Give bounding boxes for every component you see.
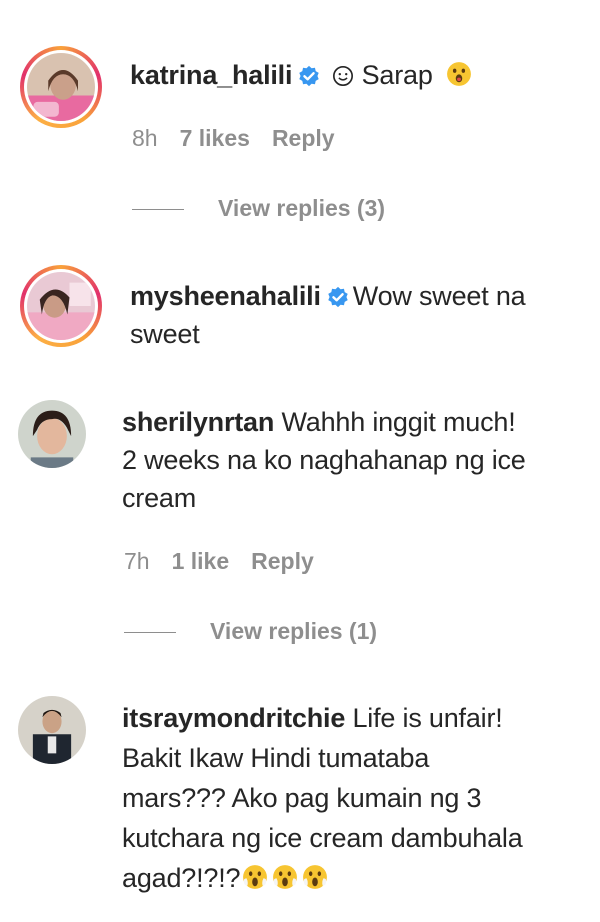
- avatar[interactable]: [20, 265, 102, 347]
- comment-text-line4: kutchara ng ice cream dambuhala: [122, 823, 523, 853]
- comment-time: 8h: [132, 125, 158, 151]
- avatar[interactable]: [20, 46, 102, 128]
- face-screaming-icon: [273, 865, 298, 889]
- comment-text-line2: 2 weeks na ko naghahanap ng ice: [122, 445, 526, 475]
- profile-photo: [27, 272, 95, 340]
- comment-mysheena: mysheenahalili Wow sweet na sweet: [0, 240, 600, 380]
- comment-body: itsraymondritchie Life is unfair! Bakit …: [122, 698, 523, 898]
- view-replies-label: View replies (1): [210, 618, 378, 644]
- comment-text: Life is unfair!: [352, 703, 503, 733]
- verified-badge-icon: [328, 286, 348, 308]
- view-replies-button[interactable]: View replies (1): [124, 616, 377, 646]
- comment-text-line2: sweet: [130, 319, 200, 349]
- comment-text: Wow sweet na: [352, 281, 526, 311]
- username[interactable]: sherilynrtan: [122, 407, 274, 437]
- comment-body: mysheenahalili Wow sweet na sweet: [130, 277, 526, 353]
- comment-raymond: itsraymondritchie Life is unfair! Bakit …: [0, 680, 600, 922]
- comment-text: Wahhh inggit much!: [281, 407, 516, 437]
- likes-count[interactable]: 7 likes: [180, 125, 250, 151]
- comment-meta: 8h 7 likes Reply: [132, 123, 357, 153]
- verified-badge-icon: [299, 65, 319, 87]
- comment-body: katrina_halili Sarap: [130, 56, 472, 94]
- divider-line: [124, 632, 176, 634]
- comment-text-line2: Bakit Ikaw Hindi tumataba: [122, 743, 430, 773]
- astonished-face-icon: [447, 62, 471, 86]
- comment-text-line3: cream: [122, 483, 197, 513]
- username[interactable]: itsraymondritchie: [122, 703, 345, 733]
- avatar[interactable]: [18, 400, 86, 468]
- profile-photo: [18, 400, 86, 468]
- comment-sherilyn: sherilynrtan Wahhh inggit much! 2 weeks …: [0, 380, 600, 670]
- face-screaming-icon: [303, 865, 328, 889]
- comment-text-line3: mars??? Ako pag kumain ng 3: [122, 783, 482, 813]
- view-replies-label: View replies (3): [218, 195, 386, 221]
- comment-katrina: katrina_halili Sarap 8h 7 likes Reply View…: [0, 0, 600, 240]
- comment-body: sherilynrtan Wahhh inggit much! 2 weeks …: [122, 403, 526, 517]
- likes-count[interactable]: 1 like: [172, 548, 230, 574]
- comment-meta: 7h 1 like Reply: [124, 546, 336, 576]
- profile-photo: [18, 696, 86, 764]
- comment-time: 7h: [124, 548, 150, 574]
- comment-text: Sarap: [361, 60, 433, 90]
- profile-photo: [27, 53, 95, 121]
- comment-text-line5: agad?!?!?: [122, 863, 241, 893]
- username[interactable]: katrina_halili: [130, 60, 292, 90]
- reply-button[interactable]: Reply: [251, 548, 314, 574]
- divider-line: [132, 209, 184, 211]
- avatar[interactable]: [18, 696, 86, 764]
- username[interactable]: mysheenahalili: [130, 281, 321, 311]
- view-replies-button[interactable]: View replies (3): [132, 193, 385, 223]
- smiling-face-icon: [332, 66, 353, 86]
- face-screaming-icon: [243, 865, 268, 889]
- reply-button[interactable]: Reply: [272, 125, 335, 151]
